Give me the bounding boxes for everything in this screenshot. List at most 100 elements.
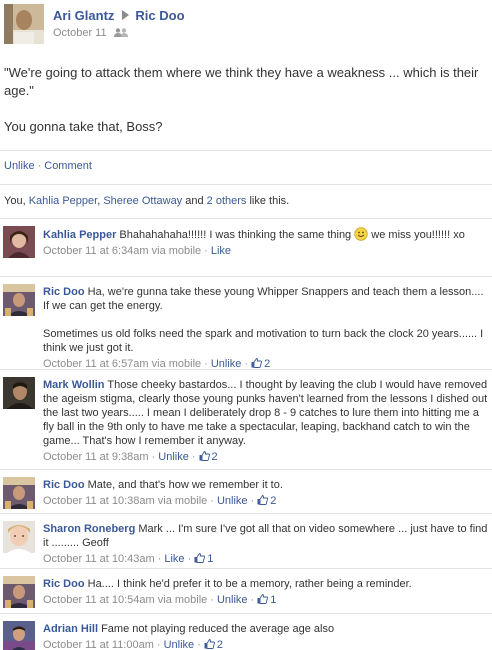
comment-meta: October 11 at 6:34am via mobile · Like — [43, 244, 490, 258]
comment-text: Bhahahahaha!!!!!! I was thinking the sam… — [116, 229, 355, 241]
like-count: 1 — [270, 594, 277, 606]
comment-link[interactable]: Comment — [44, 160, 92, 172]
avatar-ari-glantz[interactable] — [4, 4, 44, 44]
post-body: "We're going to attack them where we thi… — [4, 64, 488, 154]
thumbs-up-icon — [251, 358, 263, 368]
separator-dot: · — [197, 639, 201, 650]
comment-author-link[interactable]: Kahlia Pepper — [43, 229, 116, 241]
post-actions: Unlike · Comment — [4, 160, 92, 172]
unlike-link[interactable]: Unlike — [217, 594, 248, 606]
post-author-line: Ari Glantz Ric Doo — [53, 8, 185, 23]
comment-body: Ric Doo Ha.... I think he'd prefer it to… — [43, 577, 490, 607]
comment-meta: October 11 at 9:38am · Unlike · 2 — [43, 450, 490, 464]
comment-item: Adrian Hill Fame not playing reduced the… — [0, 613, 492, 650]
post-question: You gonna take that, Boss? — [4, 119, 163, 134]
avatar[interactable] — [3, 576, 35, 608]
likes-summary: You, Kahlia Pepper, Sheree Ottaway and 2… — [4, 195, 289, 207]
comment-meta: October 11 at 11:00am · Unlike · 2 — [43, 638, 490, 650]
comment-item: Ric Doo Ha, we're gunna take these young… — [0, 276, 492, 371]
separator-dot: · — [37, 160, 42, 172]
friends-privacy-icon[interactable] — [113, 28, 128, 37]
smiley-emoji-icon — [354, 227, 368, 241]
avatar[interactable] — [3, 621, 35, 650]
comment-like-count[interactable]: 2 — [204, 639, 223, 650]
comment-timestamp[interactable]: October 11 at 10:54am via mobile — [43, 594, 207, 606]
comment-like-count[interactable]: 2 — [199, 451, 218, 463]
comment-author-link[interactable]: Adrian Hill — [43, 623, 98, 635]
post-quote: "We're going to attack them where we thi… — [4, 65, 479, 98]
thumbs-up-icon — [194, 553, 206, 563]
comment-timestamp[interactable]: October 11 at 6:34am via mobile — [43, 245, 201, 257]
divider — [0, 184, 492, 185]
comment-author-link[interactable]: Mark Wollin — [43, 379, 105, 391]
comment-body: Kahlia Pepper Bhahahahaha!!!!!! I was th… — [43, 227, 490, 258]
like-link[interactable]: Like — [211, 245, 231, 257]
comment-text-paragraph: Sometimes us old folks need the spark an… — [43, 328, 484, 354]
post-date[interactable]: October 11 — [53, 27, 107, 39]
separator-dot: · — [191, 451, 196, 463]
comment-like-count[interactable]: 2 — [257, 495, 276, 507]
comment-author-link[interactable]: Ric Doo — [43, 286, 85, 298]
separator-dot: · — [204, 245, 208, 257]
likes-suffix: like this. — [246, 195, 290, 207]
likes-others-link[interactable]: 2 others — [207, 195, 247, 207]
like-link[interactable]: Like — [164, 553, 184, 565]
post-author-link[interactable]: Ari Glantz — [53, 8, 114, 23]
unlike-link[interactable]: Unlike — [164, 639, 195, 650]
comment-author-link[interactable]: Ric Doo — [43, 578, 85, 590]
thumbs-up-icon — [257, 495, 269, 505]
thumbs-up-icon — [204, 639, 215, 649]
comment-text: Mate, and that's how we remember it to. — [84, 479, 283, 491]
comment-text-continued: we miss you!!!!!! xo — [368, 229, 465, 241]
post-target-link[interactable]: Ric Doo — [135, 8, 184, 23]
comment-timestamp[interactable]: October 11 at 10:38am via mobile — [43, 495, 207, 507]
comment-author-link[interactable]: Ric Doo — [43, 479, 85, 491]
comment-body: Ric Doo Mate, and that's how we remember… — [43, 478, 490, 508]
separator-dot: · — [210, 594, 214, 606]
unlike-link[interactable]: Unlike — [4, 160, 35, 172]
thumbs-up-icon — [199, 451, 210, 461]
comment-item: Ric Doo Ha.... I think he'd prefer it to… — [0, 568, 492, 613]
avatar[interactable] — [3, 377, 35, 409]
comment-timestamp[interactable]: October 11 at 9:38am — [43, 451, 149, 463]
comment-item: Ric Doo Mate, and that's how we remember… — [0, 469, 492, 513]
separator-dot: · — [210, 495, 214, 507]
avatar[interactable] — [3, 226, 35, 258]
comment-item: Mark Wollin Those cheeky bastardos... I … — [0, 369, 492, 469]
comment-text: Those cheeky bastardos... I thought by l… — [43, 379, 488, 447]
separator-dot: · — [151, 451, 156, 463]
unlike-link[interactable]: Unlike — [217, 495, 248, 507]
post-header: Ari Glantz Ric Doo October 11 — [0, 0, 492, 48]
comment-body: Ric Doo Ha, we're gunna take these young… — [43, 285, 490, 371]
comment-item: Sharon Roneberg Mark ... I'm sure I've g… — [0, 513, 492, 568]
liker-link[interactable]: Sheree Ottaway — [103, 195, 182, 207]
like-count: 2 — [216, 639, 223, 650]
comment-author-link[interactable]: Sharon Roneberg — [43, 523, 135, 535]
comment-like-count[interactable]: 1 — [257, 594, 276, 606]
comment-meta: October 11 at 10:43am · Like · 1 — [43, 552, 490, 566]
avatar[interactable] — [3, 477, 35, 509]
separator-dot: · — [156, 639, 161, 650]
avatar[interactable] — [3, 521, 35, 553]
comment-meta: October 11 at 10:54am via mobile · Unlike ·… — [43, 593, 490, 607]
separator-dot: · — [187, 553, 192, 565]
comment-like-count[interactable]: 1 — [194, 553, 213, 565]
separator-dot: · — [250, 594, 255, 606]
comment-timestamp[interactable]: October 11 at 11:00am — [43, 639, 154, 650]
like-count: 2 — [211, 451, 218, 463]
comment-text: Ha, we're gunna take these young Whipper… — [43, 286, 484, 312]
like-count: 1 — [207, 553, 214, 565]
comment-item: Kahlia Pepper Bhahahahaha!!!!!! I was th… — [0, 218, 492, 276]
unlike-link[interactable]: Unlike — [158, 451, 189, 463]
liker-link[interactable]: Kahlia Pepper — [29, 195, 98, 207]
separator-dot: · — [157, 553, 162, 565]
avatar[interactable] — [3, 284, 35, 316]
divider — [0, 150, 492, 151]
separator-dot: · — [250, 495, 255, 507]
comment-meta: October 11 at 10:38am via mobile · Unlike ·… — [43, 494, 490, 508]
thumbs-up-icon — [257, 594, 269, 604]
comment-text: Fame not playing reduced the average age… — [98, 623, 335, 635]
comment-text: Ha.... I think he'd prefer it to be a me… — [84, 578, 412, 590]
like-count: 2 — [270, 495, 277, 507]
comment-timestamp[interactable]: October 11 at 10:43am — [43, 553, 155, 565]
